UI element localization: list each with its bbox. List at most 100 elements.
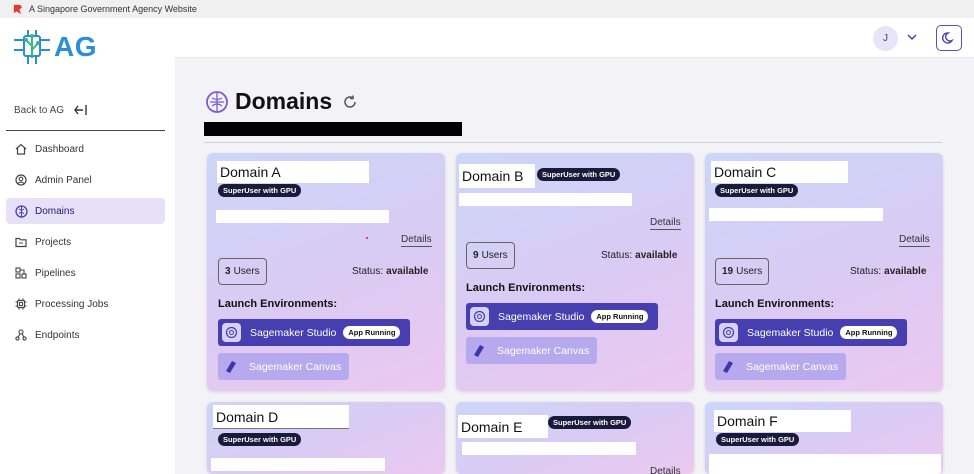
domain-name: Domain B — [459, 164, 535, 188]
details-link[interactable]: Details — [401, 234, 432, 247]
sagemaker-studio-button[interactable]: Sagemaker Studio App Running — [715, 319, 907, 346]
logo-text: AG — [54, 31, 97, 62]
status-value: available — [884, 266, 927, 277]
sidebar-item-label: Endpoints — [35, 329, 80, 341]
sidebar-item-domains[interactable]: Domains — [6, 198, 165, 224]
sagemaker-canvas-button[interactable]: Sagemaker Canvas — [218, 353, 349, 380]
canvas-label: Sagemaker Canvas — [249, 360, 342, 373]
status-label: Status: — [352, 266, 384, 277]
users-label: Users — [233, 266, 260, 277]
domain-name: Domain E — [458, 415, 548, 438]
domain-card: Domain B SuperUser with GPU Details 9 Us… — [456, 153, 694, 391]
page-title: Domains — [235, 88, 333, 114]
refresh-button[interactable] — [342, 94, 358, 110]
domain-name: Domain A — [217, 161, 369, 183]
sagemaker-canvas-button[interactable]: Sagemaker Canvas — [715, 353, 846, 380]
role-badge: SuperUser with GPU — [218, 433, 302, 446]
avatar[interactable]: J — [873, 26, 898, 51]
users-label: Users — [481, 250, 508, 261]
endpoint-icon — [14, 328, 28, 342]
sidebar-item-projects[interactable]: Projects — [6, 229, 165, 255]
sagemaker-canvas-icon — [474, 344, 484, 357]
domain-card: Domain E SuperUser with GPU Details — [456, 402, 694, 474]
studio-label: Sagemaker Studio — [747, 326, 834, 339]
status-text: Status: available — [601, 250, 677, 261]
studio-label: Sagemaker Studio — [250, 326, 337, 339]
avatar-initial: J — [883, 33, 888, 44]
back-to-ag-link[interactable]: Back to AG — [14, 104, 88, 116]
launch-environments-label: Launch Environments: — [715, 298, 835, 310]
users-count-button[interactable]: 3 Users — [218, 258, 267, 285]
users-count: 19 — [722, 266, 734, 277]
chevron-down-icon[interactable] — [906, 32, 918, 42]
details-link[interactable]: Details — [650, 217, 681, 230]
domain-name: Domain C — [711, 161, 848, 183]
sagemaker-studio-button[interactable]: Sagemaker Studio App Running — [218, 319, 410, 346]
app-running-badge: App Running — [840, 326, 898, 339]
app-logo[interactable]: AG — [12, 28, 97, 66]
sagemaker-canvas-icon — [723, 360, 733, 373]
users-count-button[interactable]: 19 Users — [715, 258, 770, 285]
canvas-label: Sagemaker Canvas — [497, 344, 590, 357]
back-label: Back to AG — [14, 104, 65, 116]
user-circle-icon — [14, 173, 28, 187]
brain-icon — [206, 90, 228, 113]
arrow-left-bar-icon — [74, 105, 87, 115]
sidebar-item-processing-jobs[interactable]: Processing Jobs — [6, 291, 165, 317]
users-count-button[interactable]: 9 Users — [466, 242, 515, 269]
role-badge: SuperUser with GPU — [716, 433, 800, 446]
status-label: Status: — [601, 250, 633, 261]
redacted-description — [459, 193, 632, 206]
page-header: Domains — [205, 88, 358, 115]
sidebar-item-label: Pipelines — [35, 267, 76, 279]
details-link[interactable]: Details — [899, 234, 930, 247]
sidebar: AG Back to AG Dashboard Admin Panel Doma… — [0, 18, 175, 474]
brain-icon — [14, 204, 28, 218]
status-text: Status: available — [352, 266, 428, 277]
sidebar-nav: Dashboard Admin Panel Domains Projects P… — [6, 136, 165, 353]
domain-name: Domain D — [213, 405, 349, 429]
role-badge: SuperUser with GPU — [715, 184, 799, 197]
folder-icon — [14, 235, 28, 249]
artifact-dot — [366, 237, 368, 239]
redacted-description — [216, 210, 389, 223]
sidebar-item-pipelines[interactable]: Pipelines — [6, 260, 165, 286]
sagemaker-studio-icon — [719, 323, 738, 342]
sidebar-divider — [6, 130, 165, 131]
top-bar: J — [175, 18, 974, 58]
details-link[interactable]: Details — [650, 466, 681, 474]
sagemaker-canvas-button[interactable]: Sagemaker Canvas — [466, 337, 597, 364]
home-icon — [14, 142, 28, 156]
sagemaker-studio-icon — [470, 307, 489, 326]
sidebar-item-label: Domains — [35, 205, 75, 217]
redacted-description — [709, 208, 883, 221]
status-text: Status: available — [850, 266, 926, 277]
redacted-description — [211, 458, 385, 471]
sagemaker-studio-button[interactable]: Sagemaker Studio App Running — [466, 303, 658, 330]
app-running-badge: App Running — [591, 310, 649, 323]
role-badge: SuperUser with GPU — [537, 168, 621, 181]
moon-icon — [942, 32, 954, 44]
users-count: 3 — [225, 266, 231, 277]
cpu-icon — [14, 297, 28, 311]
status-value: available — [386, 266, 429, 277]
sidebar-item-label: Processing Jobs — [35, 298, 109, 310]
sidebar-item-label: Admin Panel — [35, 174, 92, 186]
status-label: Status: — [850, 266, 882, 277]
pipeline-icon — [14, 266, 28, 280]
role-badge: SuperUser with GPU — [548, 416, 632, 429]
sidebar-item-label: Dashboard — [35, 143, 84, 155]
sidebar-item-admin-panel[interactable]: Admin Panel — [6, 167, 165, 193]
domain-card: Domain F SuperUser with GPU — [705, 402, 943, 474]
studio-label: Sagemaker Studio — [498, 310, 585, 323]
status-value: available — [635, 250, 678, 261]
sidebar-item-dashboard[interactable]: Dashboard — [6, 136, 165, 162]
domain-card: Domain D SuperUser with GPU — [207, 402, 445, 474]
launch-environments-label: Launch Environments: — [218, 298, 338, 310]
theme-toggle-button[interactable] — [936, 25, 962, 51]
app-running-badge: App Running — [343, 326, 401, 339]
launch-environments-label: Launch Environments: — [466, 282, 586, 294]
sidebar-item-endpoints[interactable]: Endpoints — [6, 322, 165, 348]
users-label: Users — [736, 266, 763, 277]
role-badge: SuperUser with GPU — [218, 184, 302, 197]
